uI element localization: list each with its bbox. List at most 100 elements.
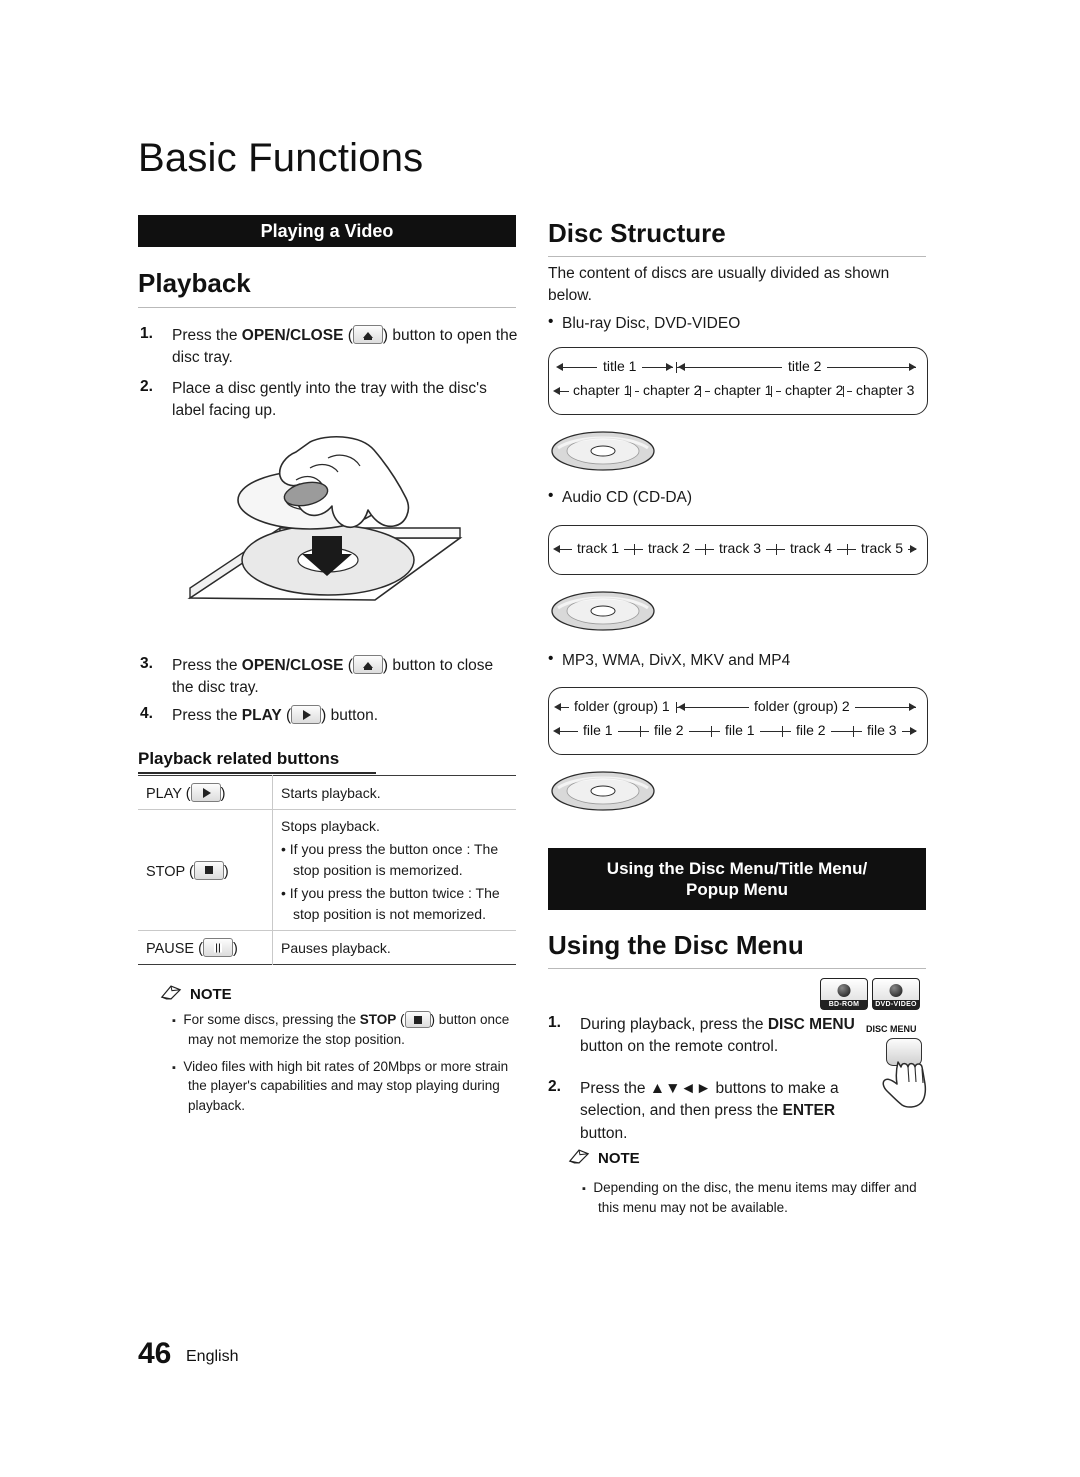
arrow-left-icon [553, 545, 560, 553]
arrow-left-icon [553, 727, 560, 735]
diagram-file-3: file 1 [720, 722, 760, 738]
banner-label: Playing a Video [260, 220, 394, 241]
desc-bullet: • If you press the button twice : The [281, 884, 500, 901]
note-icon [160, 985, 182, 1000]
note-title-right: NOTE [598, 1150, 640, 1167]
diagram-track-5: track 5 [856, 540, 909, 556]
disc-structure-intro: The content of discs are usually divided… [548, 265, 890, 305]
note-item: ▪ Depending on the disc, the menu items … [582, 1180, 917, 1215]
arrow-right-icon [909, 363, 916, 371]
note-item: ▪ For some discs, pressing the STOP () b… [172, 1011, 510, 1047]
right-step-2-number: 2. [548, 1078, 561, 1095]
diagram-tick [634, 544, 636, 555]
diagram-tick [771, 386, 773, 397]
right-step-2-text: Press the ▲▼◄► buttons to make a selecti… [580, 1080, 839, 1142]
arrow-right-icon [666, 363, 673, 371]
arrow-left-icon [554, 703, 561, 711]
desc-line: Pauses playback. [281, 939, 391, 956]
arrow-left-icon [678, 703, 685, 711]
diagram-track-3: track 3 [714, 540, 767, 556]
eject-icon [352, 325, 383, 344]
table-cell-button-stop: STOP () [138, 809, 273, 932]
direction-arrows-icon: ▲▼◄► [649, 1080, 712, 1097]
arrow-right-icon [909, 703, 916, 711]
table-cell-button-play: PLAY () [138, 775, 273, 810]
arrow-right-icon [910, 545, 917, 553]
diagram-tick [705, 544, 707, 555]
bullet-label-mp3: MP3, WMA, DivX, MKV and MP4 [562, 652, 791, 669]
table-row: STOP () Stops playback. • If you press t… [138, 809, 516, 932]
page-number: 46 [138, 1337, 172, 1370]
row-label: STOP ( [146, 863, 194, 880]
diagram-chapter-1: chapter 1 [569, 382, 636, 398]
table-cell-button-pause: PAUSE () [138, 930, 273, 965]
note-body-right: ▪ Depending on the disc, the menu items … [582, 1178, 930, 1225]
disc-menu-button-caption: DISC MENU [866, 1024, 917, 1034]
bullet-dot-bluray: • [548, 313, 554, 330]
disc-icon [551, 431, 655, 471]
step-1-text: Press the OPEN/CLOSE () button to open t… [172, 325, 518, 367]
banner-line-1: Using the Disc Menu/Title Menu/ [606, 858, 868, 878]
heading-disc-structure: Disc Structure [548, 218, 726, 248]
desc-line: Stops playback. [281, 818, 380, 834]
diagram-title-2: title 2 [782, 358, 828, 374]
arrow-left-icon [556, 363, 563, 371]
section-banner-disc-menu: Using the Disc Menu/Title Menu/ Popup Me… [548, 848, 926, 910]
page-title: Basic Functions [138, 136, 424, 180]
table-row: PAUSE () Pauses playback. [138, 930, 517, 965]
desc-bullet: • If you press the button once : The [281, 840, 499, 857]
arrow-right-icon [910, 727, 917, 735]
note-item: ▪ Video files with high bit rates of 20M… [172, 1058, 509, 1114]
diagram-track-2: track 2 [643, 540, 696, 556]
arrow-left-icon [678, 363, 685, 371]
desc-bullet-cont: stop position is memorized. [293, 861, 463, 878]
heading-playback: Playback [138, 268, 251, 298]
diagram-tick [640, 726, 642, 737]
bd-rom-badge: BD-ROM [820, 978, 868, 1010]
heading-rule-related-buttons [138, 772, 376, 774]
manual-page: Basic Functions Playing a Video Playback… [0, 0, 1080, 1477]
bullet-label-audiocd: Audio CD (CD-DA) [562, 489, 693, 506]
diagram-folder-1: folder (group) 1 [569, 698, 675, 714]
row-label-end: ) [232, 941, 238, 958]
step-4-number: 4. [140, 705, 153, 722]
diagram-folder-2: folder (group) 2 [749, 698, 855, 714]
pause-icon [202, 938, 233, 958]
right-step-1-number: 1. [548, 1014, 561, 1031]
step-1-number: 1. [140, 325, 153, 342]
diagram-tick [843, 386, 845, 397]
table-cell-desc-stop: Stops playback. • If you press the butto… [272, 809, 516, 932]
heading-rule-disc-structure [548, 256, 926, 257]
heading-rule-using-disc-menu [548, 968, 926, 969]
heading-playback-related-buttons: Playback related buttons [138, 749, 340, 768]
bullet-dot-mp3: • [548, 650, 554, 667]
bullet-label-bluray: Blu-ray Disc, DVD-VIDEO [562, 315, 741, 332]
desc-line: Starts playback. [281, 784, 381, 801]
step-2-number: 2. [140, 378, 153, 395]
diagram-tick [782, 726, 784, 737]
section-banner-playing-a-video: Playing a Video [138, 215, 516, 247]
diagram-tick [711, 726, 713, 737]
pointing-hand-icon [882, 1061, 927, 1108]
playback-buttons-table: PLAY () Starts playback. STOP () Stops p… [138, 775, 517, 966]
play-icon [190, 783, 221, 802]
disc-icon [551, 591, 655, 631]
table-cell-desc-pause: Pauses playback. [273, 931, 517, 965]
diagram-track-1: track 1 [572, 540, 625, 556]
arrow-left-icon [553, 387, 560, 395]
disc-circle-icon [889, 984, 903, 997]
stop-icon [193, 860, 224, 880]
diagram-track-4: track 4 [785, 540, 838, 556]
desc-bullet-cont: stop position is not memorized. [293, 905, 486, 922]
disc-circle-icon [837, 984, 851, 997]
table-row: PLAY () Starts playback. [138, 775, 516, 810]
heading-rule-playback [138, 307, 516, 308]
diagram-file-5: file 3 [862, 722, 902, 738]
row-label-end: ) [220, 786, 226, 802]
stop-icon [404, 1011, 431, 1028]
step-3-text: Press the OPEN/CLOSE () button to close … [172, 655, 494, 697]
step-3-number: 3. [140, 655, 153, 672]
row-label-end: ) [223, 863, 229, 880]
badge-caption: DVD-VIDEO [873, 1000, 919, 1009]
diagram-chapter-2: chapter 2 [639, 382, 706, 398]
